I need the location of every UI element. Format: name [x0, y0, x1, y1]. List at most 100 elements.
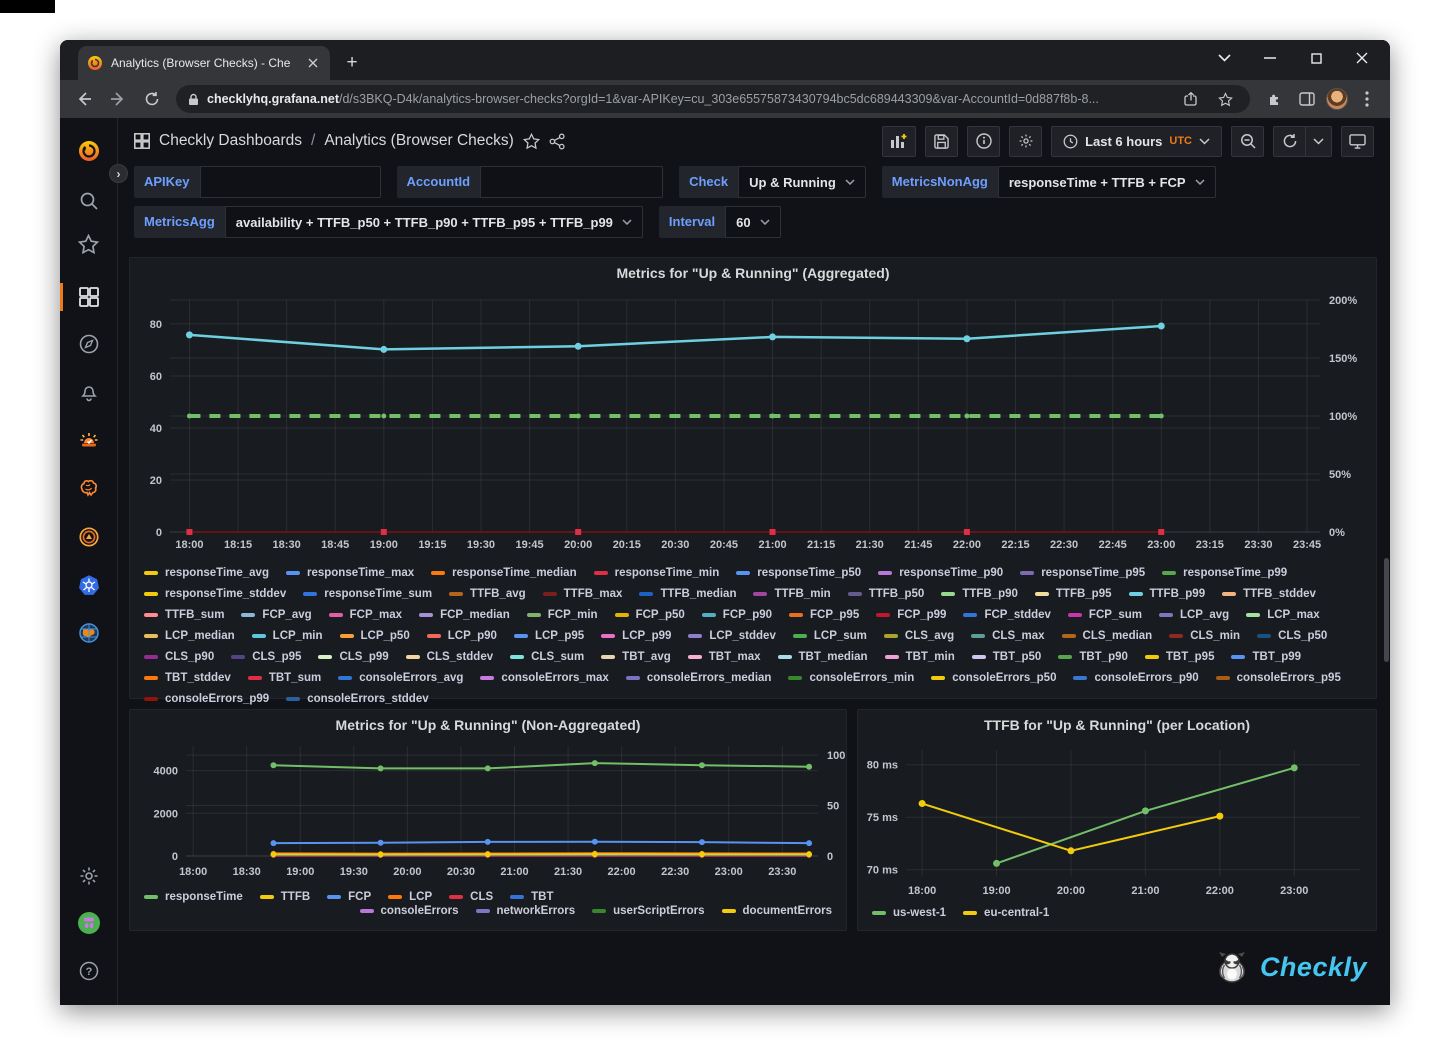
legend-item[interactable]: TTFB_p50 [848, 588, 925, 600]
legend-item[interactable]: consoleErrors_p95 [1216, 672, 1341, 684]
legend-item[interactable]: LCP_max [1246, 609, 1319, 621]
legend-item[interactable]: consoleErrors_p99 [144, 693, 269, 705]
legend-item[interactable]: LCP_avg [1159, 609, 1229, 621]
dashboard-settings-button[interactable] [1009, 126, 1042, 157]
legend-item[interactable]: FCP [327, 891, 371, 903]
tab-close-icon[interactable] [305, 55, 321, 71]
url-text[interactable]: checklyhq.grafana.net/d/s3BKQ-D4k/analyt… [207, 92, 1170, 106]
legend-item[interactable]: FCP_min [527, 609, 598, 621]
legend-item[interactable]: networkErrors [476, 905, 576, 917]
legend-item[interactable]: TBT_stddev [144, 672, 231, 684]
machine-learning-brain-icon[interactable] [77, 476, 101, 500]
help-icon[interactable]: ? [77, 959, 101, 983]
legend-item[interactable]: CLS_min [1169, 630, 1240, 642]
settings-gear-icon[interactable] [77, 864, 101, 888]
share-dashboard-icon[interactable] [549, 133, 566, 150]
legend-item[interactable]: TTFB [260, 891, 310, 903]
legend-item[interactable]: consoleErrors_min [788, 672, 914, 684]
legend-item[interactable]: LCP [388, 891, 432, 903]
legend-item[interactable]: consoleErrors_p50 [931, 672, 1056, 684]
refresh-interval-dropdown[interactable] [1306, 126, 1332, 157]
incident-siren-icon[interactable] [77, 428, 101, 452]
legend-item[interactable]: TTFB_p90 [941, 588, 1018, 600]
grafana-logo-icon[interactable] [77, 139, 101, 163]
legend-item[interactable]: FCP_p90 [702, 609, 772, 621]
legend-item[interactable]: consoleErrors_median [626, 672, 772, 684]
scrollbar-thumb[interactable] [1384, 558, 1389, 662]
minimize-button[interactable] [1250, 43, 1290, 73]
var-apikey-input[interactable] [200, 166, 381, 198]
legend-item[interactable]: LCP_p99 [601, 630, 671, 642]
legend-item[interactable]: responseTime_p50 [736, 567, 861, 579]
legend-item[interactable]: consoleErrors_p90 [1073, 672, 1198, 684]
panel-title[interactable]: Metrics for "Up & Running" (Aggregated) [130, 258, 1376, 284]
legend-item[interactable]: responseTime_p95 [1020, 567, 1145, 579]
non-aggregated-chart[interactable]: 18:0018:3019:0019:3020:0020:3021:0021:30… [130, 736, 846, 884]
legend-item[interactable]: CLS_avg [884, 630, 954, 642]
legend-item[interactable]: CLS_p90 [144, 651, 214, 663]
legend-item[interactable]: TBT_median [778, 651, 868, 663]
profile-avatar[interactable] [1326, 88, 1348, 110]
legend-item[interactable]: TBT_sum [248, 672, 321, 684]
tab-search-chevron-icon[interactable] [1204, 43, 1244, 73]
ttfb-location-chart[interactable]: 18:0019:0020:0021:0022:0023:0070 ms75 ms… [858, 736, 1376, 900]
legend-item[interactable]: CLS_max [971, 630, 1044, 642]
legend-item[interactable]: responseTime_p99 [1162, 567, 1287, 579]
legend-item[interactable]: FCP_max [329, 609, 402, 621]
legend-item[interactable]: FCP_median [419, 609, 510, 621]
legend-item[interactable]: LCP_stddev [688, 630, 775, 642]
legend-item[interactable]: CLS_stddev [406, 651, 493, 663]
legend-item[interactable]: TBT_avg [601, 651, 671, 663]
add-panel-button[interactable] [882, 126, 916, 157]
legend-item[interactable]: documentErrors [722, 905, 832, 917]
legend-item[interactable]: TBT_p99 [1231, 651, 1301, 663]
legend-item[interactable]: CLS_sum [510, 651, 584, 663]
kubernetes-icon[interactable] [77, 573, 101, 597]
legend-item[interactable]: FCP_sum [1068, 609, 1142, 621]
breadcrumb-root[interactable]: Checkly Dashboards [159, 132, 302, 150]
legend-item[interactable]: TBT_max [688, 651, 761, 663]
dashboards-grid-icon[interactable] [134, 133, 150, 149]
page-scrollbar[interactable] [1383, 118, 1390, 1005]
legend-item[interactable]: LCP_sum [793, 630, 867, 642]
forward-button[interactable] [104, 85, 132, 113]
legend-item[interactable]: FCP_p95 [789, 609, 859, 621]
favorite-star-icon[interactable] [523, 133, 540, 150]
oncall-icon[interactable] [77, 525, 101, 549]
legend-item[interactable]: TTFB_avg [449, 588, 526, 600]
legend-item[interactable]: LCP_min [252, 630, 323, 642]
legend-item[interactable]: CLS [449, 891, 493, 903]
legend-item[interactable]: TBT_p95 [1145, 651, 1215, 663]
legend-item[interactable]: eu-central-1 [963, 907, 1049, 919]
zoom-out-time-button[interactable] [1231, 126, 1264, 157]
legend-item[interactable]: LCP_p50 [340, 630, 410, 642]
legend-item[interactable]: CLS_p99 [318, 651, 388, 663]
legend-item[interactable]: FCP_stddev [963, 609, 1050, 621]
time-range-picker[interactable]: Last 6 hours UTC [1051, 126, 1222, 157]
kiosk-tv-button[interactable] [1341, 126, 1374, 157]
aggregated-chart[interactable]: 18:0018:1518:3018:4519:0019:1519:3019:45… [130, 284, 1376, 560]
bookmark-star-icon[interactable] [1212, 86, 1238, 112]
legend-item[interactable]: responseTime_median [431, 567, 576, 579]
user-profile-icon[interactable] [77, 911, 101, 935]
legend-item[interactable]: TTFB_p99 [1129, 588, 1206, 600]
legend-item[interactable]: FCP_avg [241, 609, 311, 621]
sidebar-expand-button[interactable]: › [109, 164, 128, 183]
legend-item[interactable]: responseTime_avg [144, 567, 269, 579]
starred-icon[interactable] [77, 232, 101, 256]
search-icon[interactable] [77, 189, 101, 213]
var-metricsnonagg-select[interactable]: responseTime + TTFB + FCP [998, 166, 1216, 198]
legend-item[interactable]: CLS_p95 [231, 651, 301, 663]
panel-title[interactable]: Metrics for "Up & Running" (Non-Aggregat… [130, 710, 846, 736]
legend-item[interactable]: TBT_p50 [972, 651, 1042, 663]
explore-compass-icon[interactable] [77, 332, 101, 356]
legend-item[interactable]: consoleErrors_avg [338, 672, 463, 684]
menu-dots-icon[interactable] [1354, 86, 1380, 112]
back-button[interactable] [70, 85, 98, 113]
side-panel-icon[interactable] [1294, 86, 1320, 112]
legend-item[interactable]: FCP_p50 [615, 609, 685, 621]
legend-item[interactable]: responseTime_min [594, 567, 720, 579]
lock-icon[interactable] [188, 93, 199, 106]
breadcrumb-page[interactable]: Analytics (Browser Checks) [324, 132, 514, 150]
legend-item[interactable]: TTFB_min [753, 588, 830, 600]
